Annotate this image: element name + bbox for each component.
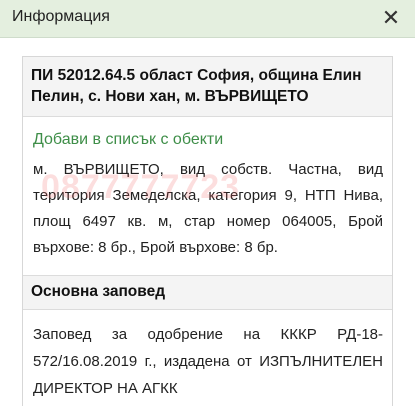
info-card: ПИ 52012.64.5 област София, община Елин … <box>22 56 393 406</box>
section-title: Основна заповед <box>23 275 392 310</box>
close-icon[interactable]: ✕ <box>377 4 405 32</box>
add-to-list-link[interactable]: Добави в списък с обекти <box>33 131 392 149</box>
parcel-description: м. ВЪРВИЩЕТО, вид собств. Частна, вид те… <box>33 157 383 261</box>
description-text: м. ВЪРВИЩЕТО, вид собств. Частна, вид те… <box>33 161 383 256</box>
dialog-header: Информация ✕ <box>0 0 415 38</box>
order-text: Заповед за одобрение на КККР РД-18-572/1… <box>33 326 383 397</box>
dialog-title: Информация <box>12 8 110 25</box>
parcel-title: ПИ 52012.64.5 област София, община Елин … <box>23 57 392 117</box>
